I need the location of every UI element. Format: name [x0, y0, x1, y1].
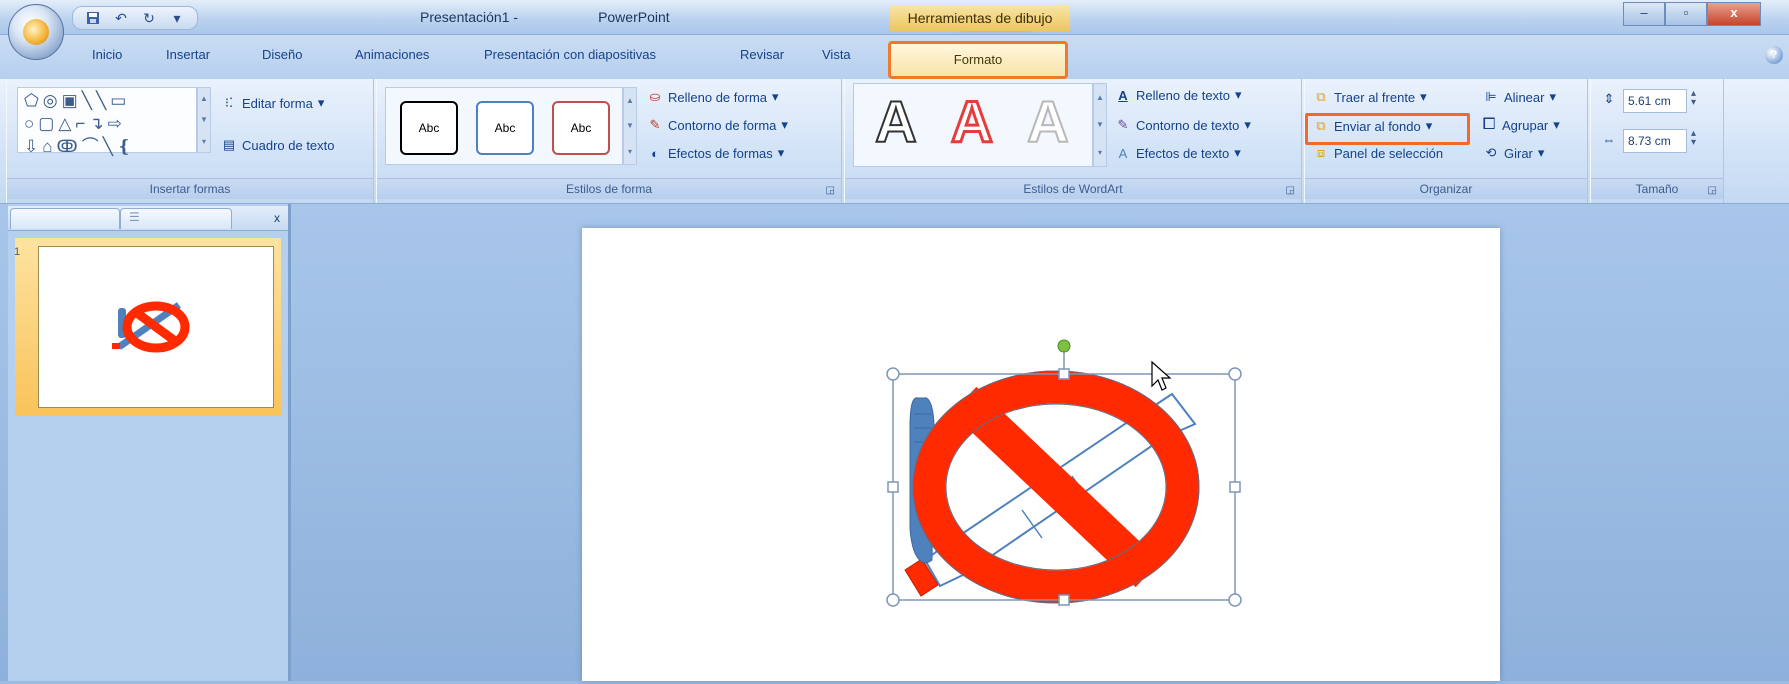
relleno-texto-button[interactable]: A Relleno de texto ▾ — [1115, 87, 1241, 103]
tab-revisar[interactable]: Revisar — [740, 47, 784, 62]
customize-qat-icon[interactable]: ▾ — [167, 9, 187, 27]
tab-slides[interactable] — [10, 208, 120, 229]
office-button[interactable] — [8, 4, 64, 60]
relleno-forma-button[interactable]: ⛀ Relleno de forma ▾ — [647, 89, 779, 105]
contorno-texto-button[interactable]: ✎ Contorno de texto ▾ — [1115, 117, 1251, 133]
width-spinner[interactable]: ▴ ▾ — [1691, 129, 1696, 148]
wordart-gallery[interactable]: A A A — [853, 83, 1093, 167]
tab-presentacion[interactable]: Presentación con diapositivas — [484, 47, 656, 62]
group-icon: ⧠ — [1482, 116, 1496, 133]
office-logo-icon — [23, 19, 49, 45]
window-title: Presentación1 - PowerPoint — [420, 9, 1032, 32]
dialog-launcher-icon[interactable]: ◲ — [1286, 185, 1295, 196]
align-icon: ⊫ — [1485, 89, 1497, 104]
ribbon-tab-bar: Inicio Insertar Diseño Animaciones Prese… — [0, 35, 1789, 79]
contextual-tab-title: Herramientas de dibujo — [890, 5, 1070, 31]
dialog-launcher-icon[interactable]: ◲ — [1708, 185, 1717, 196]
text-fill-icon: A — [1118, 87, 1128, 103]
shape-styles-scroll[interactable]: ▲ ▼ ▾ — [623, 87, 637, 165]
slide-number: 1 — [14, 246, 21, 258]
shape-height-icon: ⇕ — [1603, 91, 1615, 106]
slide-artwork — [886, 339, 1242, 607]
group-label: Estilos de WordArt — [845, 178, 1301, 199]
wordart-style-red[interactable]: A — [940, 90, 1004, 155]
height-spinner[interactable]: ▴ ▾ — [1691, 89, 1696, 108]
window-controls: – ▫ x — [1623, 2, 1761, 26]
panel-seleccion-button[interactable]: ⧈ Panel de selección — [1313, 145, 1443, 161]
tab-outline[interactable]: ☰ — [120, 208, 232, 229]
workspace: ☰ x 1 — [0, 204, 1789, 681]
ribbon: ⬠ ◎ ▣ ╲ ╲ ▭ ○ ▢ △ ⌐ ↴ ⇨ ⇩ ⌂ ↂ ⌒ ╲ ❴ ▲ ▼ ▾ ⁝⁚ Editar forma ▾… — [0, 79, 1789, 204]
tab-animaciones[interactable]: Animaciones — [355, 47, 429, 62]
slide-thumbnail[interactable] — [38, 246, 274, 408]
slide-thumbnail-selected[interactable] — [15, 238, 281, 416]
shape-width-field[interactable]: 8.73 cm — [1623, 129, 1687, 153]
shapes-gallery-scroll[interactable]: ▲ ▼ ▾ — [197, 87, 211, 153]
contorno-forma-button[interactable]: ✎ Contorno de forma ▾ — [647, 117, 788, 133]
tab-diseno[interactable]: Diseño — [262, 47, 302, 62]
enviar-fondo-highlight — [1305, 113, 1470, 145]
save-icon[interactable] — [83, 9, 103, 27]
no-smoking-icon — [112, 301, 190, 353]
close-button[interactable]: x — [1707, 2, 1761, 26]
wordart-style-gray[interactable]: A — [1016, 91, 1080, 155]
traer-frente-button[interactable]: ⧉ Traer al frente ▾ — [1313, 89, 1426, 105]
tab-formato[interactable]: Formato — [888, 41, 1068, 79]
shape-height-field[interactable]: 5.61 cm — [1623, 89, 1687, 113]
dialog-launcher-icon[interactable]: ◲ — [826, 185, 835, 196]
undo-icon[interactable]: ↶ — [111, 9, 131, 27]
wordart-gallery-scroll[interactable]: ▲ ▼ ▾ — [1093, 83, 1107, 167]
shape-effects-icon: ◐ — [651, 145, 659, 161]
text-outline-icon: ✎ — [1117, 117, 1129, 132]
group-label: Estilos de forma — [377, 178, 841, 199]
close-panel-icon[interactable]: x — [274, 211, 280, 225]
title-bar: ↶ ↻ ▾ Presentación1 - PowerPoint Herramie… — [0, 0, 1789, 35]
girar-button[interactable]: ⟲ Girar ▾ — [1483, 145, 1545, 161]
minimize-button[interactable]: – — [1623, 2, 1665, 26]
shapes-gallery[interactable]: ⬠ ◎ ▣ ╲ ╲ ▭ ○ ▢ △ ⌐ ↴ ⇨ ⇩ ⌂ ↂ ⌒ ╲ ❴ — [17, 87, 197, 156]
edit-points-icon: ⁝⁚ — [224, 95, 234, 110]
group-insertar-formas: ⬠ ◎ ▣ ╲ ╲ ▭ ○ ▢ △ ⌐ ↴ ⇨ ⇩ ⌂ ↂ ⌒ ╲ ❴ ▲ ▼ ▾ ⁝⁚ Editar forma ▾… — [6, 79, 374, 203]
bring-front-icon: ⧉ — [1316, 89, 1326, 104]
group-tamano: ⇕ 5.61 cm ▴ ▾ ⇔ 8.73 cm ▴ ▾ Tamaño ◲ — [1590, 79, 1724, 203]
group-wordart: A A A ▲ ▼ ▾ A Relleno de texto ▾ ✎ Contorno d… — [844, 79, 1302, 203]
group-estilos-forma: Abc Abc Abc ▲ ▼ ▾ ⛀ Relleno de forma ▾ ✎ Cont… — [376, 79, 842, 203]
mouse-cursor-icon — [1151, 360, 1172, 391]
efectos-texto-button[interactable]: A Efectos de texto ▾ — [1115, 145, 1241, 161]
slides-panel: ☰ x 1 — [8, 204, 291, 681]
pencil-outline-icon: ✎ — [649, 117, 661, 132]
prohibition-sign[interactable] — [912, 370, 1200, 604]
outline-icon: ☰ — [129, 210, 140, 224]
alinear-button[interactable]: ⊫ Alinear ▾ — [1483, 89, 1556, 105]
paint-bucket-icon: ⛀ — [649, 89, 661, 104]
redo-icon[interactable]: ↻ — [139, 9, 159, 27]
shape-style-blue[interactable]: Abc — [476, 101, 534, 155]
shape-style-black[interactable]: Abc — [400, 101, 458, 155]
group-label: Organizar — [1305, 178, 1587, 199]
shape-styles-gallery[interactable]: Abc Abc Abc — [385, 87, 623, 165]
slide-canvas[interactable] — [582, 228, 1500, 681]
quick-access-toolbar: ↶ ↻ ▾ — [72, 6, 198, 30]
shape-width-icon: ⇔ — [1602, 131, 1616, 147]
text-effects-icon: A — [1118, 145, 1128, 161]
efectos-formas-button[interactable]: ◐ Efectos de formas ▾ — [647, 145, 784, 161]
tab-inicio[interactable]: Inicio — [92, 47, 122, 62]
restore-button[interactable]: ▫ — [1665, 2, 1707, 26]
editar-forma-button[interactable]: ⁝⁚ Editar forma ▾ — [221, 95, 324, 111]
group-label: Tamaño — [1591, 178, 1723, 199]
panel-tabs: ☰ x — [8, 206, 288, 231]
tab-vista[interactable]: Vista — [822, 47, 851, 62]
agrupar-button[interactable]: ⧠ Agrupar ▾ — [1481, 116, 1560, 133]
group-label: Insertar formas — [7, 178, 373, 199]
text-box-icon: ▤ — [222, 137, 236, 152]
shape-style-red[interactable]: Abc — [552, 101, 610, 155]
help-icon[interactable]: ? — [1765, 46, 1783, 64]
rotate-icon: ⟲ — [1485, 145, 1497, 160]
tab-insertar[interactable]: Insertar — [166, 47, 210, 62]
wordart-style-outline[interactable]: A — [864, 91, 928, 155]
cuadro-texto-button[interactable]: ▤ Cuadro de texto — [221, 137, 335, 153]
selection-pane-icon: ⧈ — [1316, 145, 1326, 160]
